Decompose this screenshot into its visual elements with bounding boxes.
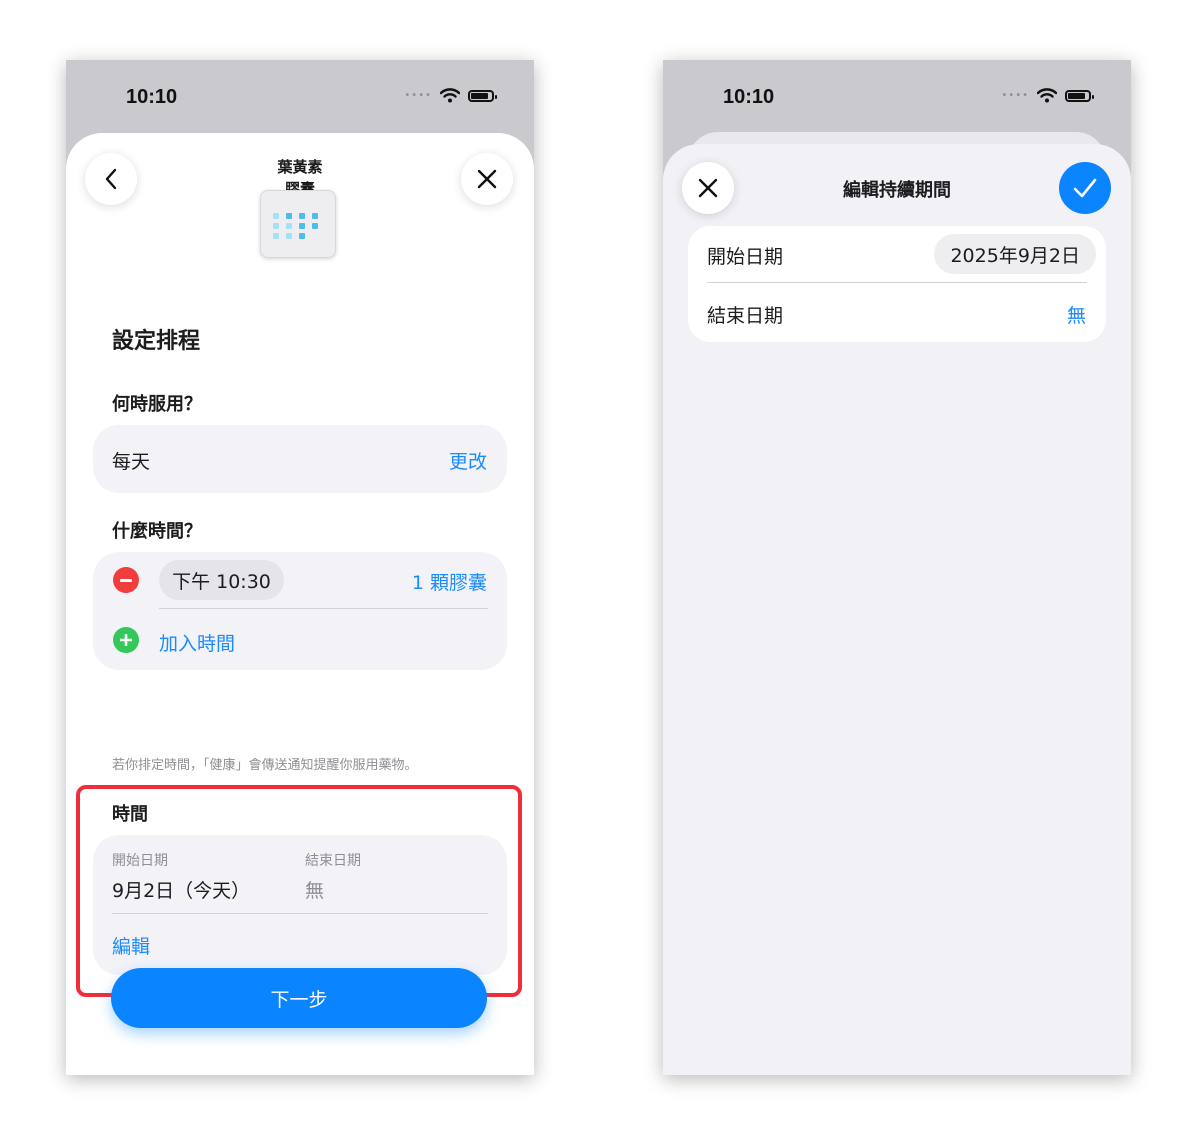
- notification-note: 若你排定時間，「健康」會傳送通知提醒你服用藥物。: [112, 758, 418, 773]
- dose-link[interactable]: 1 顆膠囊: [412, 568, 487, 595]
- wifi-icon: [1037, 88, 1057, 103]
- remove-circle-icon[interactable]: [113, 567, 139, 593]
- right-phone-screen: 10:10 •••• 編輯持續期間 開始日期 2025年9月2日 結束日期 無: [663, 60, 1131, 1075]
- divider: [159, 608, 488, 609]
- divider: [112, 913, 488, 914]
- end-date-picker[interactable]: 無: [1067, 301, 1086, 328]
- status-time: 10:10: [723, 86, 775, 108]
- status-time: 10:10: [126, 86, 178, 108]
- close-button[interactable]: [461, 153, 513, 205]
- end-date-value: 無: [305, 880, 325, 902]
- confirm-button[interactable]: [1059, 162, 1111, 214]
- close-icon: [477, 169, 497, 189]
- time-picker[interactable]: 下午 10:30: [159, 560, 284, 600]
- battery-icon: [1065, 89, 1094, 102]
- add-circle-icon[interactable]: [113, 627, 139, 653]
- start-date-label: 開始日期: [112, 853, 168, 869]
- start-date-picker[interactable]: 2025年9月2日: [934, 234, 1096, 274]
- duration-edit-card: 開始日期 2025年9月2日 結束日期 無: [688, 226, 1106, 342]
- edit-duration-link[interactable]: 編輯: [112, 932, 150, 959]
- end-date-label: 結束日期: [305, 853, 361, 869]
- duration-label: 時間: [112, 804, 148, 825]
- frequency-value: 每天: [112, 451, 151, 473]
- schedule-sheet: 葉黃素 膠囊 設定排程 何時服用？ 每天 更改 什麼時間？ 下午 10:30 1…: [66, 133, 534, 1075]
- status-icons: ••••: [404, 88, 497, 103]
- end-date-label: 結束日期: [707, 305, 784, 327]
- pill-box-icon: [260, 190, 336, 258]
- signal-icon: ••••: [1001, 89, 1029, 101]
- wifi-icon: [440, 88, 460, 103]
- time-card: 下午 10:30 1 顆膠囊 加入時間: [93, 552, 507, 670]
- divider: [707, 282, 1087, 283]
- start-date-label: 開始日期: [707, 246, 784, 268]
- battery-icon: [468, 89, 497, 102]
- what-time-label: 什麼時間？: [112, 521, 202, 542]
- checkmark-icon: [1073, 178, 1097, 198]
- frequency-card: 每天 更改: [93, 425, 507, 493]
- start-date-value: 9月2日（今天）: [112, 880, 251, 902]
- change-frequency-link[interactable]: 更改: [449, 447, 487, 474]
- status-icons: ••••: [1001, 88, 1094, 103]
- next-button[interactable]: 下一步: [111, 968, 487, 1028]
- edit-duration-sheet: 編輯持續期間 開始日期 2025年9月2日 結束日期 無: [663, 144, 1131, 1075]
- page-title: 設定排程: [112, 329, 201, 354]
- signal-icon: ••••: [404, 89, 432, 101]
- duration-card: 開始日期 9月2日（今天） 結束日期 無 編輯: [93, 835, 507, 975]
- left-phone-screen: 10:10 •••• 葉黃素 膠囊 設定排程 何時服用？ 每天 更改 什麼時間？…: [66, 60, 534, 1075]
- when-label: 何時服用？: [112, 394, 202, 415]
- add-time-button[interactable]: 加入時間: [159, 629, 235, 656]
